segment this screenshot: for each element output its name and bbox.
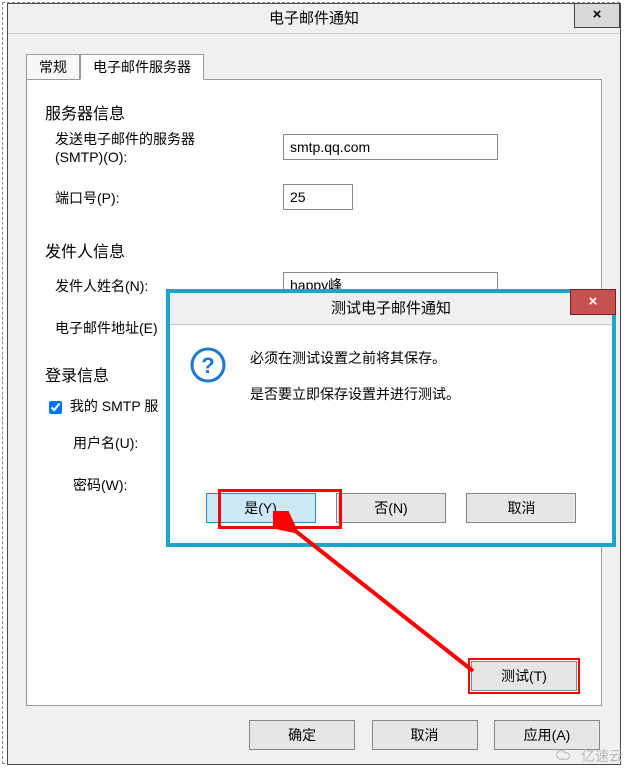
main-title: 电子邮件通知 (8, 4, 620, 34)
confirm-close-button[interactable]: × (570, 289, 616, 315)
ok-button[interactable]: 确定 (249, 720, 355, 750)
password-label: 密码(W): (73, 475, 127, 495)
smtp-auth-checkbox[interactable] (49, 401, 62, 414)
confirm-titlebar: 测试电子邮件通知 × (170, 293, 612, 325)
confirm-button-row: 是(Y) 否(N) 取消 (170, 493, 612, 523)
server-info-heading: 服务器信息 (45, 100, 583, 124)
sender-name-label: 发件人姓名(N): (55, 276, 148, 296)
smtp-input[interactable] (283, 134, 498, 160)
screenshot-border: 电子邮件通知 × 常规电子邮件服务器 服务器信息 发送电子邮件的服务器(SMTP… (2, 2, 620, 764)
confirm-line1: 必须在测试设置之前将其保存。 (250, 347, 588, 369)
test-button[interactable]: 测试(T) (471, 661, 577, 691)
confirm-line2: 是否要立即保存设置并进行测试。 (250, 383, 588, 405)
main-titlebar: 电子邮件通知 × (8, 4, 620, 34)
confirm-title: 测试电子邮件通知 (170, 293, 612, 325)
modal-cancel-button[interactable]: 取消 (466, 493, 576, 523)
sender-info-heading: 发件人信息 (45, 238, 583, 262)
port-input[interactable] (283, 184, 353, 210)
smtp-label: 发送电子邮件的服务器(SMTP)(O): (55, 130, 195, 166)
sender-email-label: 电子邮件地址(E) (55, 318, 158, 338)
tabstrip: 常规电子邮件服务器 (26, 54, 204, 80)
cancel-button[interactable]: 取消 (372, 720, 478, 750)
dialog-button-row: 确定 取消 应用(A) (8, 720, 620, 752)
port-label: 端口号(P): (55, 188, 120, 208)
watermark: 亿速云 (555, 746, 623, 766)
yes-button[interactable]: 是(Y) (206, 493, 316, 523)
no-button[interactable]: 否(N) (336, 493, 446, 523)
tab-email-server[interactable]: 电子邮件服务器 (80, 54, 204, 80)
main-close-button[interactable]: × (574, 3, 620, 28)
confirm-dialog: 测试电子邮件通知 × ? 必须在测试设置之前将其保存。 是否要立即保存设置并进行… (166, 289, 616, 547)
username-label: 用户名(U): (73, 433, 138, 453)
smtp-auth-label: 我的 SMTP 服 (70, 398, 158, 414)
tab-general[interactable]: 常规 (26, 54, 80, 80)
